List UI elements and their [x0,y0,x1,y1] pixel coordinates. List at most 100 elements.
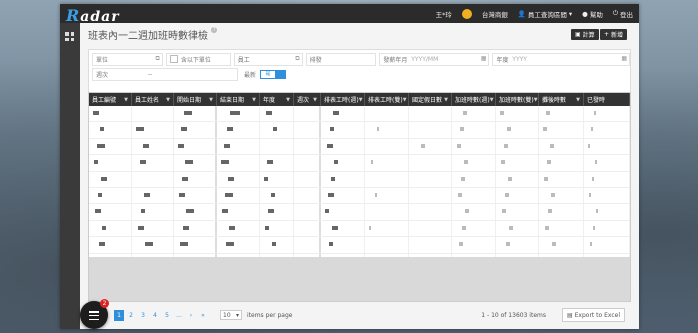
table-cell [174,122,217,138]
table-cell [409,220,452,237]
page-link[interactable]: 5 [162,310,172,321]
redacted-value [331,176,335,181]
redacted-value [552,242,556,247]
position-field[interactable]: 排發 [305,52,377,66]
filter-icon[interactable]: ▼ [490,97,494,103]
table-cell [584,237,630,253]
table-cell [260,220,294,237]
page-link[interactable]: › [186,310,196,321]
column-header[interactable]: 加班時數(週) ▼ [452,93,496,106]
page-link[interactable]: 3 [138,310,148,321]
include-sub-checkbox[interactable]: 含以下單位 [165,52,231,66]
pager: 1 2 3 4 5... ›» 10 ▾ items per page 1 - 10 of … [88,308,629,322]
redacted-value [228,176,234,181]
filter-icon[interactable]: ▼ [209,97,213,103]
column-header[interactable]: 結束日期 ▼ [217,93,260,106]
redacted-value [185,160,193,165]
table-cell [584,155,630,171]
table-cell [260,106,294,122]
filter-icon[interactable]: ▼ [252,97,256,103]
unit-field[interactable]: 單位 ⧉ [92,52,163,66]
table-row[interactable] [89,171,630,188]
issue-month-field[interactable]: 發薪年月 YYYY/MM ▦ [379,52,490,66]
company-name[interactable]: 台灣商銀 [482,9,508,19]
column-header[interactable]: 加班時數(雙) ▼ [496,93,539,106]
redacted-value [327,143,333,148]
column-header[interactable]: 年度 ▼ [260,93,294,106]
table-cell [174,237,217,253]
add-button[interactable]: + 新增 [600,29,628,40]
column-header[interactable]: 攤後時數 ▼ [539,93,584,106]
redacted-value [97,143,105,148]
avatar[interactable] [461,8,472,19]
table-cell [452,155,496,171]
redacted-value [588,143,590,148]
help-icon[interactable]: ? [211,27,218,33]
redacted-value [508,176,512,181]
redacted-value [377,127,379,132]
table-header: 員工編號 ▼ 員工姓名 ▼ 開始日期 ▼ 結束日期 ▼ 年度 ▼ 週次 ▼ 排表工時(週) ▼ 排表工時(雙… [89,93,630,106]
redacted-value [459,242,463,247]
filter-icon[interactable]: ▼ [359,97,363,103]
user-name[interactable]: 王*玲 [436,9,452,19]
employee-field[interactable]: 員工 ⧉ [233,52,303,66]
table-cell [132,171,174,187]
year-field[interactable]: 年度 YYYY ▦ [492,52,630,66]
table-row[interactable] [89,220,630,238]
column-header[interactable]: 開始日期 ▼ [174,93,217,106]
filter-icon[interactable]: ▼ [534,97,538,103]
column-header[interactable]: 排表工時(週) ▼ [321,93,365,106]
page-link[interactable]: » [198,310,208,321]
redacted-value [230,111,240,115]
column-header[interactable]: 員工姓名 ▼ [132,93,174,106]
table-row[interactable] [89,138,630,156]
filter-icon[interactable]: ▼ [576,97,580,103]
column-header[interactable]: 國定假日數 ▼ [409,93,452,106]
table-cell [409,171,452,187]
menu-fab-button[interactable]: 2 [80,299,109,329]
page-link[interactable]: 4 [150,310,160,321]
table-row[interactable] [89,122,630,139]
redacted-value [465,209,469,214]
page-link[interactable]: 1 [114,309,124,321]
power-icon: ⏻ [612,9,618,17]
table-row[interactable] [89,204,630,221]
table-row[interactable] [89,155,630,172]
calc-button[interactable]: ▣ 計算 [571,29,599,40]
table-row[interactable] [89,237,630,254]
table-cell [132,155,174,171]
column-header[interactable]: 已發時 [584,93,630,106]
table-cell [496,106,539,122]
filter-icon[interactable]: ▼ [166,97,170,103]
table-cell [89,155,132,171]
filter-icon[interactable]: ▼ [124,97,128,103]
help-link[interactable]: ● 幫助 [582,9,603,19]
grid-menu-icon[interactable] [65,32,74,41]
table-cell [294,122,321,138]
filter-icon[interactable]: ▼ [313,97,317,103]
column-header[interactable]: 員工編號 ▼ [89,93,132,106]
column-header[interactable]: 週次 ▼ [294,93,321,106]
table-row[interactable] [89,106,630,123]
redacted-value [543,127,547,132]
per-page-select[interactable]: 10 ▾ [220,310,242,320]
table-row[interactable] [89,187,630,205]
redacted-value [330,127,334,132]
column-header[interactable]: 排表工時(雙) ▼ [365,93,409,106]
week-field[interactable]: 週次 -- [92,67,238,81]
filter-icon[interactable]: ▼ [286,97,290,103]
query-menu[interactable]: 👤 員工查詢區間 ▾ [518,9,572,19]
table-cell [132,204,174,220]
redacted-value [98,192,102,197]
table-cell [496,155,539,171]
filter-icon[interactable]: ▼ [444,97,448,103]
table-cell [321,122,365,138]
page-link[interactable]: ... [174,310,184,321]
table-cell [452,204,496,220]
page-link[interactable]: 2 [126,310,136,321]
export-excel-button[interactable]: ▤ Export to Excel [561,308,625,322]
latest-toggle[interactable]: 最新是 [241,69,311,80]
filter-icon[interactable]: ▼ [403,97,407,103]
logout-link[interactable]: ⏻ 登出 [613,9,633,19]
redacted-value [184,111,192,115]
